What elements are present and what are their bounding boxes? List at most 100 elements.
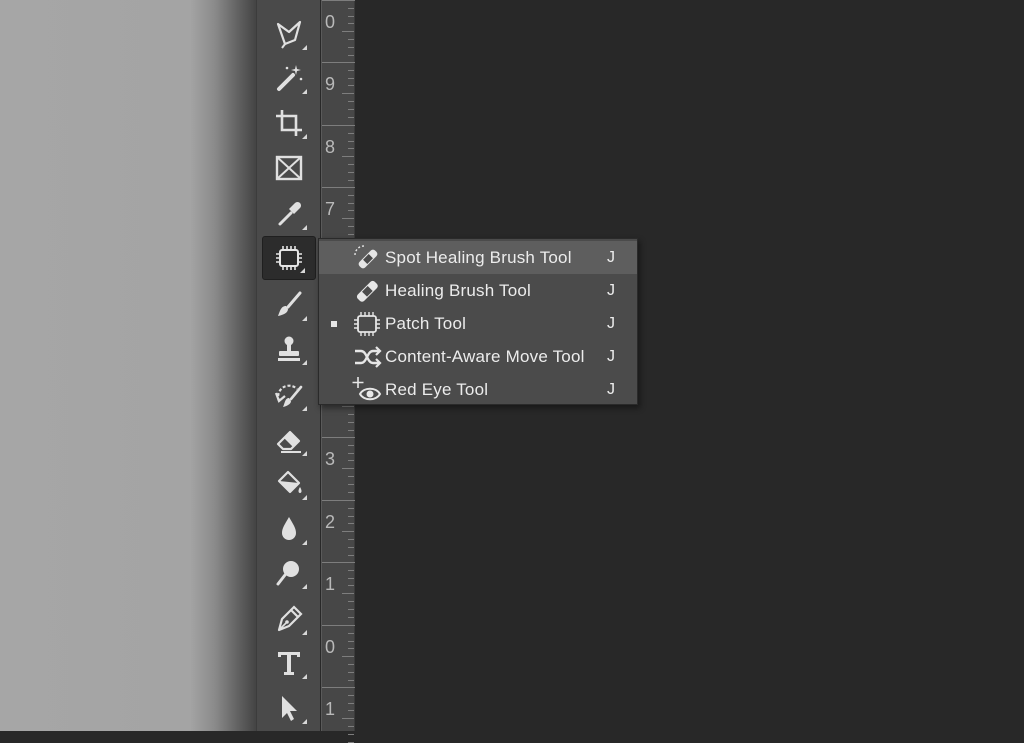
polygonal-lasso-tool[interactable] <box>261 12 317 56</box>
brush-icon <box>278 291 302 316</box>
ruler-minor-tick <box>348 194 354 196</box>
menu-item-patch-tool[interactable]: Patch Tool J <box>319 307 637 340</box>
ruler-minor-tick <box>348 569 354 571</box>
menu-item-label: Content-Aware Move Tool <box>385 346 585 366</box>
ruler-minor-tick <box>348 476 354 477</box>
ruler-label: 8 <box>325 137 336 157</box>
ruler-major-tick <box>322 625 356 626</box>
ruler-minor-tick <box>348 421 354 423</box>
ruler-minor-tick <box>348 233 354 235</box>
menu-item-shortcut: J <box>607 380 615 398</box>
ruler-label: 3 <box>325 449 336 469</box>
ruler-minor-tick <box>348 202 354 204</box>
menu-item-label: Spot Healing Brush Tool <box>385 247 572 267</box>
ruler-minor-tick <box>348 694 354 696</box>
ruler-minor-tick <box>342 218 354 220</box>
ruler-label: 9 <box>325 74 336 94</box>
ruler-minor-tick <box>348 39 354 40</box>
ruler-minor-tick <box>348 15 354 17</box>
patch-tool[interactable] <box>262 236 316 280</box>
dodge-tool[interactable] <box>261 551 317 595</box>
ruler-minor-tick <box>348 54 354 56</box>
ruler-minor-tick <box>348 414 354 415</box>
ruler-minor-tick <box>348 69 354 71</box>
history-brush-tool[interactable] <box>261 373 317 417</box>
crop-icon <box>276 110 302 136</box>
ruler-major-tick <box>322 187 356 188</box>
ruler-minor-tick <box>348 444 354 446</box>
ruler-label: 1 <box>325 699 336 719</box>
ruler-major-tick <box>322 0 356 1</box>
magic-wand-icon <box>277 65 303 91</box>
ruler-minor-tick <box>348 85 354 87</box>
ruler-minor-tick <box>348 733 354 735</box>
ruler-minor-tick <box>348 77 354 79</box>
ruler-minor-tick <box>348 702 354 704</box>
menu-item-red-eye-tool[interactable]: Red Eye Tool J <box>319 373 637 406</box>
menu-item-spot-healing-brush-tool[interactable]: Spot Healing Brush Tool J <box>319 241 637 274</box>
type-tool[interactable] <box>261 641 317 685</box>
ruler-minor-tick <box>348 741 354 743</box>
ruler-minor-tick <box>348 554 354 556</box>
ruler-minor-tick <box>348 140 354 142</box>
menu-item-label: Healing Brush Tool <box>385 280 531 300</box>
clone-stamp-tool[interactable] <box>261 327 317 371</box>
ruler-minor-tick <box>348 577 354 579</box>
menu-item-content-aware-move-tool[interactable]: Content-Aware Move Tool J <box>319 340 637 373</box>
ruler-minor-tick <box>348 23 354 25</box>
ruler-minor-tick <box>348 671 354 673</box>
ruler-minor-tick <box>342 593 354 595</box>
ruler-major-tick <box>322 687 356 688</box>
ruler-minor-tick <box>348 7 354 9</box>
ruler-minor-tick <box>348 648 354 650</box>
magic-wand-tool[interactable] <box>261 56 317 100</box>
ruler-minor-tick <box>342 656 354 658</box>
ruler-major-tick <box>322 125 356 126</box>
ruler-minor-tick <box>348 491 354 493</box>
ruler-label: 0 <box>325 637 336 657</box>
ruler-major-tick <box>322 500 356 501</box>
menu-item-healing-brush-tool[interactable]: Healing Brush Tool J <box>319 274 637 307</box>
eyedropper-icon <box>278 201 302 226</box>
ruler-minor-tick <box>348 679 354 681</box>
ruler-minor-tick <box>348 171 354 173</box>
red-eye-icon <box>349 375 385 405</box>
ruler-minor-tick <box>348 523 354 525</box>
ruler-minor-tick <box>348 608 354 610</box>
menu-item-label: Patch Tool <box>385 313 467 333</box>
pen-tool[interactable] <box>261 597 317 641</box>
blur-drop-icon <box>282 517 296 540</box>
ruler-major-tick <box>322 437 356 438</box>
ruler-minor-tick <box>348 546 354 548</box>
ruler-minor-tick <box>348 601 354 602</box>
spot-healing-icon <box>349 243 385 273</box>
ruler-minor-tick <box>348 179 354 181</box>
eraser-icon <box>276 430 301 453</box>
ruler-minor-tick <box>342 468 354 470</box>
ruler-minor-tick <box>348 116 354 118</box>
content-aware-move-icon <box>349 342 385 372</box>
paint-bucket-tool[interactable] <box>261 462 317 506</box>
ruler-major-tick <box>322 562 356 563</box>
eyedropper-tool[interactable] <box>261 192 317 236</box>
ruler-minor-tick <box>348 46 354 48</box>
ruler-minor-tick <box>348 108 354 110</box>
blur-tool[interactable] <box>261 507 317 551</box>
ruler-minor-tick <box>348 164 354 165</box>
menu-item-label: Red Eye Tool <box>385 379 489 399</box>
ruler-minor-tick <box>348 616 354 618</box>
ruler-minor-tick <box>348 640 354 642</box>
menu-item-shortcut: J <box>607 248 615 266</box>
ruler-minor-tick <box>348 452 354 454</box>
path-selection-tool[interactable] <box>261 686 317 730</box>
frame-tool[interactable] <box>261 146 317 190</box>
ruler-minor-tick <box>348 429 354 431</box>
ruler-minor-tick <box>348 515 354 517</box>
dodge-icon <box>276 561 299 586</box>
ruler-minor-tick <box>348 226 354 227</box>
eraser-tool[interactable] <box>261 418 317 462</box>
ruler-minor-tick <box>342 93 354 95</box>
crop-tool[interactable] <box>261 101 317 145</box>
brush-tool[interactable] <box>261 283 317 327</box>
ruler-minor-tick <box>348 210 354 212</box>
